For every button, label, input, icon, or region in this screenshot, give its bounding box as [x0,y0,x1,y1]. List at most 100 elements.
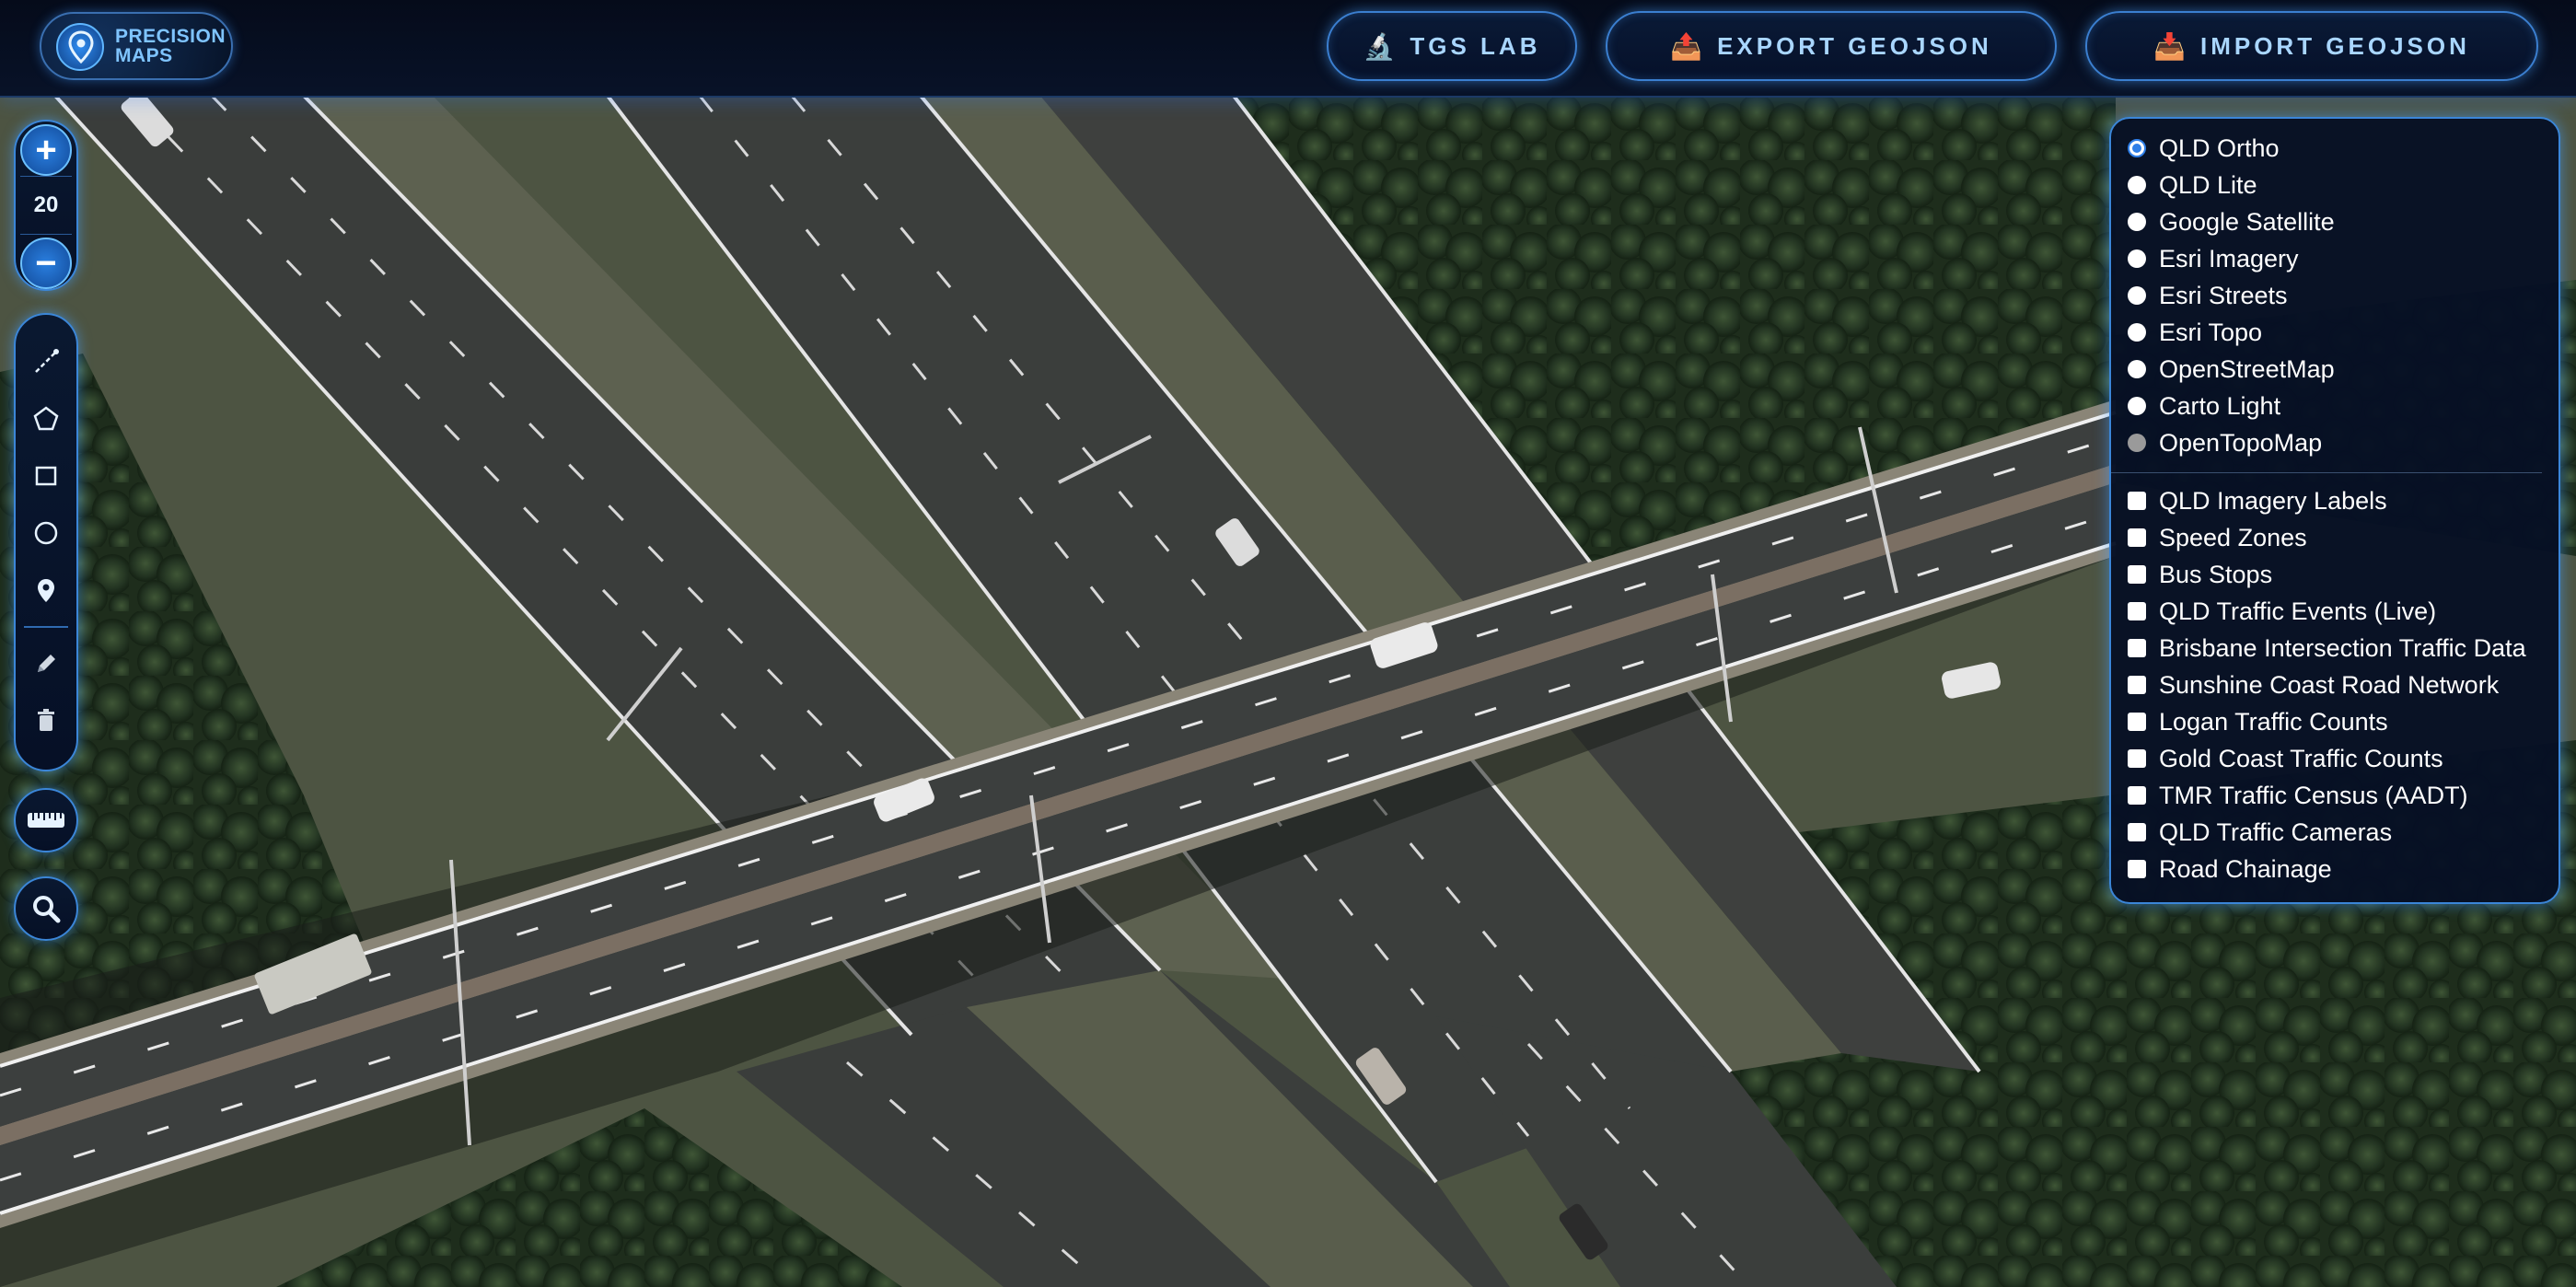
radio-button[interactable] [2128,323,2146,342]
layer-label: OpenStreetMap [2159,354,2335,383]
layer-label: Gold Coast Traffic Counts [2159,744,2443,772]
measure-tool[interactable] [17,790,75,851]
line-icon [35,349,59,373]
precision-maps-logo[interactable]: PRECISION MAPS [40,12,233,80]
overlay-gold-coast-traffic-counts[interactable]: Gold Coast Traffic Counts [2128,740,2559,777]
layer-label: Carto Light [2159,391,2281,420]
layer-label: Sunshine Coast Road Network [2159,670,2500,699]
layer-label: QLD Lite [2159,170,2257,199]
radio-button[interactable] [2128,139,2146,157]
basemap-qld-ortho[interactable]: QLD Ortho [2128,130,2559,167]
checkbox[interactable] [2128,602,2146,620]
zoom-out-button[interactable]: − [20,238,72,289]
basemap-esri-imagery[interactable]: Esri Imagery [2128,240,2559,277]
layer-label: Road Chainage [2159,854,2332,883]
radio-button[interactable] [2128,286,2146,305]
overlay-qld-imagery-labels[interactable]: QLD Imagery Labels [2128,482,2559,519]
basemap-qld-lite[interactable]: QLD Lite [2128,167,2559,203]
checkbox[interactable] [2128,565,2146,584]
layer-control-panel: QLD Ortho QLD Lite Google Satellite Esri… [2109,117,2560,904]
overlay-qld-traffic-cameras[interactable]: QLD Traffic Cameras [2128,814,2559,851]
logo-text-line1: PRECISION [115,26,226,47]
layer-label: Esri Topo [2159,318,2263,346]
microscope-icon: 🔬 [1363,31,1396,61]
tgs-lab-button[interactable]: 🔬 TGS LAB [1327,11,1577,81]
zoom-level: 20 [20,176,72,235]
base-map-list: QLD Ortho QLD Lite Google Satellite Esri… [2128,130,2559,461]
radio-button[interactable] [2128,434,2146,452]
overlay-tmr-traffic-census[interactable]: TMR Traffic Census (AADT) [2128,777,2559,814]
basemap-carto-light[interactable]: Carto Light [2128,388,2559,424]
export-geojson-label: EXPORT GEOJSON [1717,31,1992,60]
import-geojson-label: IMPORT GEOJSON [2199,31,2470,60]
checkbox[interactable] [2128,639,2146,657]
overlay-qld-traffic-events[interactable]: QLD Traffic Events (Live) [2128,593,2559,630]
basemap-openstreetmap[interactable]: OpenStreetMap [2128,351,2559,388]
layer-label: Esri Imagery [2159,244,2299,272]
overlay-road-chainage[interactable]: Road Chainage [2128,851,2559,887]
basemap-esri-topo[interactable]: Esri Topo [2128,314,2559,351]
import-tray-icon: 📥 [2153,31,2186,61]
checkbox[interactable] [2128,713,2146,731]
checkbox[interactable] [2128,676,2146,694]
layer-label: Brisbane Intersection Traffic Data [2159,633,2526,662]
tgs-lab-label: TGS LAB [1410,31,1541,60]
checkbox[interactable] [2128,860,2146,878]
edit-layers-button[interactable] [17,635,75,692]
basemap-opentopomap[interactable]: OpenTopoMap [2128,424,2559,461]
rectangle-icon [35,466,57,486]
overlay-bus-stops[interactable]: Bus Stops [2128,556,2559,593]
search-tool[interactable] [17,878,75,939]
draw-circle-button[interactable] [17,504,75,562]
import-geojson-button[interactable]: 📥 IMPORT GEOJSON [2085,11,2538,81]
map-pin-logo-icon [56,23,104,71]
radio-button[interactable] [2128,397,2146,415]
circle-icon [34,521,58,545]
checkbox[interactable] [2128,528,2146,547]
draw-marker-button[interactable] [17,562,75,619]
radio-button[interactable] [2128,360,2146,378]
layer-label: Bus Stops [2159,560,2273,588]
basemap-esri-streets[interactable]: Esri Streets [2128,277,2559,314]
radio-button[interactable] [2128,249,2146,268]
layer-label: QLD Traffic Cameras [2159,817,2393,846]
basemap-google-satellite[interactable]: Google Satellite [2128,203,2559,240]
checkbox[interactable] [2128,749,2146,768]
radio-button[interactable] [2128,176,2146,194]
checkbox[interactable] [2128,823,2146,841]
checkbox[interactable] [2128,492,2146,510]
measure-button[interactable] [14,788,78,852]
layer-label: Esri Streets [2159,281,2288,309]
overlay-list: QLD Imagery Labels Speed Zones Bus Stops… [2128,482,2559,887]
polygon-icon [33,406,59,431]
layer-label: Logan Traffic Counts [2159,707,2388,736]
draw-rectangle-button[interactable] [17,447,75,504]
toolbar-divider [24,626,68,628]
export-geojson-button[interactable]: 📤 EXPORT GEOJSON [1606,11,2057,81]
checkbox[interactable] [2128,786,2146,805]
zoom-in-button[interactable]: + [20,124,72,176]
layer-label: QLD Traffic Events (Live) [2159,597,2437,625]
draw-toolbar [14,313,78,771]
layer-label: QLD Imagery Labels [2159,486,2387,515]
overlay-sunshine-coast-road[interactable]: Sunshine Coast Road Network [2128,667,2559,703]
search-button[interactable] [14,876,78,941]
delete-layers-button[interactable] [17,692,75,749]
marker-icon [38,579,54,602]
layer-label: QLD Ortho [2159,133,2280,162]
zoom-control: + 20 − [14,120,78,291]
layer-label: TMR Traffic Census (AADT) [2159,781,2468,809]
layer-label: Speed Zones [2159,523,2307,551]
overlay-logan-traffic-counts[interactable]: Logan Traffic Counts [2128,703,2559,740]
draw-line-button[interactable] [17,333,75,390]
radio-button[interactable] [2128,213,2146,231]
export-tray-icon: 📤 [1670,31,1703,61]
ruler-icon [28,813,64,828]
top-bar: PRECISION MAPS 🔬 TGS LAB 📤 EXPORT GEOJSO… [0,0,2576,98]
overlay-speed-zones[interactable]: Speed Zones [2128,519,2559,556]
search-icon [33,896,61,923]
draw-polygon-button[interactable] [17,390,75,447]
overlay-brisbane-intersection[interactable]: Brisbane Intersection Traffic Data [2128,630,2559,667]
layer-list-divider [2111,472,2542,473]
layer-label: Google Satellite [2159,207,2335,236]
